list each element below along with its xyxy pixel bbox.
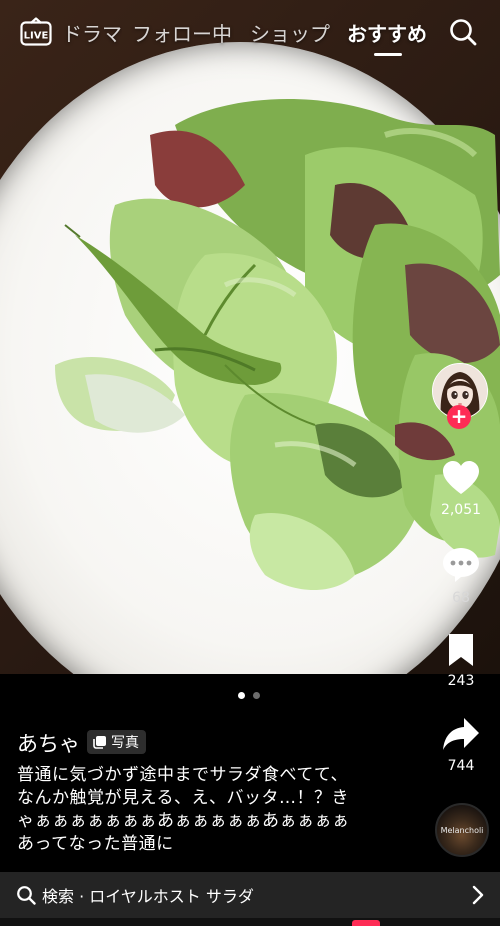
- chevron-right-icon: [472, 885, 484, 905]
- photo-stack-icon: [93, 736, 106, 749]
- live-label: LIVE: [24, 31, 49, 42]
- create-button-edge[interactable]: [352, 920, 380, 926]
- author-name[interactable]: あちゃ: [17, 728, 80, 758]
- pagination-dot-active: [238, 692, 245, 699]
- photo-badge-label: 写真: [111, 735, 139, 751]
- related-search-text: 検索 · ロイヤルホスト サラダ: [42, 887, 254, 906]
- active-tab-indicator: [374, 53, 402, 56]
- music-disc-label: Melancholi: [440, 826, 484, 835]
- bookmark-icon: [449, 634, 473, 666]
- tab-recommended[interactable]: おすすめ: [347, 18, 427, 47]
- bottom-nav-edge: [0, 918, 500, 926]
- salad-image: [55, 98, 500, 590]
- tab-shop[interactable]: ショップ: [250, 18, 330, 47]
- comment-button[interactable]: 68: [431, 546, 491, 606]
- heart-icon: [443, 461, 479, 494]
- tab-drama[interactable]: ドラマ: [62, 18, 122, 47]
- bookmark-button[interactable]: 243: [431, 633, 491, 689]
- post-photo[interactable]: [0, 0, 500, 674]
- share-arrow-icon: [443, 718, 479, 750]
- share-count: 744: [447, 758, 475, 774]
- tab-following[interactable]: フォロー中: [132, 18, 232, 47]
- music-disc[interactable]: Melancholi: [435, 803, 489, 857]
- share-button[interactable]: 744: [431, 716, 491, 774]
- search-icon: [17, 886, 36, 905]
- top-nav: LIVE ドラマ フォロー中 ショップ おすすめ: [0, 0, 500, 64]
- related-search-bar[interactable]: 検索 · ロイヤルホスト サラダ: [0, 872, 500, 918]
- post-caption[interactable]: 普通に気づかず途中までサラダ食べてて、なんか触覚が見える、え、バッタ…！？きゃぁ…: [17, 764, 362, 856]
- live-icon[interactable]: LIVE: [20, 16, 52, 48]
- comment-icon: [443, 548, 479, 582]
- creator-avatar-group[interactable]: +: [432, 363, 488, 429]
- photo-badge: 写真: [87, 730, 146, 754]
- comment-count: 68: [452, 590, 470, 606]
- pagination-dot: [253, 692, 260, 699]
- photo-pagination: [236, 692, 266, 700]
- like-button[interactable]: 2,051: [431, 460, 491, 518]
- follow-plus-button[interactable]: +: [447, 405, 471, 429]
- bookmark-count: 243: [447, 673, 475, 689]
- search-icon[interactable]: [448, 17, 478, 47]
- tab-drama-label: ドラマ: [62, 22, 122, 46]
- like-count: 2,051: [440, 502, 482, 518]
